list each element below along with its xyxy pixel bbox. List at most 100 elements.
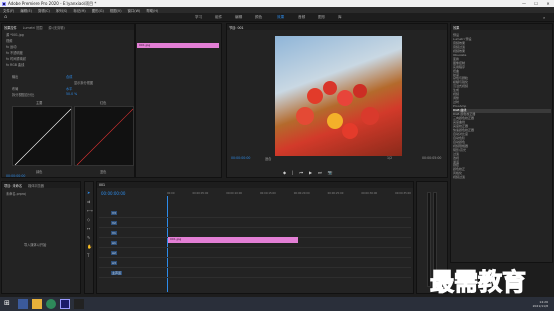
type-icon[interactable]: T xyxy=(87,253,89,258)
razor-icon[interactable]: ◇ xyxy=(87,217,90,222)
effect-controls-tabs: 效果控件 Lumetri 范围 源:(无剪辑) xyxy=(2,24,134,30)
row-output: 输出 xyxy=(12,75,19,79)
tab-project[interactable]: 项目: 未命名 xyxy=(4,183,22,188)
program-duration: 00:00:05:00 xyxy=(422,156,442,160)
track-area: V3 V2 V1 A1 A2 A3 主声道 xyxy=(99,208,411,278)
menu-window[interactable]: 窗口(W) xyxy=(128,8,141,13)
tab-media-browser[interactable]: 媒体浏览器 xyxy=(28,183,44,188)
play-icon[interactable]: ▶ xyxy=(309,170,312,175)
watermark: 最需教育 xyxy=(430,267,527,297)
workspace-libraries[interactable]: 库 xyxy=(338,15,342,20)
ruler-tick-label: 00:00:10:00 xyxy=(226,192,243,195)
label-blue: 蓝色 xyxy=(100,170,107,174)
taskview-icon[interactable] xyxy=(18,299,28,309)
effects-list: 预设 Lumetri 预设 音频效果 音频过渡 视频效果 Obsolete 变换 图像控制 实用… xyxy=(453,33,551,180)
track-row[interactable]: A2 xyxy=(99,248,411,258)
master-curve[interactable] xyxy=(12,106,72,166)
menu-help[interactable]: 帮助(H) xyxy=(146,8,158,13)
ruler-tick-label: 00:00:25:00 xyxy=(327,192,344,195)
label-master: 主要 xyxy=(36,101,43,105)
clock-date: 2021/11/8 xyxy=(532,304,548,308)
ruler-tick-label: 00:00:20:00 xyxy=(293,192,310,195)
row-layout: 布局 xyxy=(12,87,19,91)
ruler-tick-label: 00:00 xyxy=(167,192,175,195)
title-bar: Adobe Premiere Pro 2020 - E:\yanxiao\项目 … xyxy=(0,0,554,7)
workspace-effects[interactable]: 效果 xyxy=(277,15,284,20)
workspace-color[interactable]: 颜色 xyxy=(255,15,262,20)
red-curve[interactable] xyxy=(74,106,134,166)
row-video: 视频 xyxy=(6,39,13,43)
quality-ratio[interactable]: 1/2 xyxy=(387,156,392,160)
layout-value[interactable]: 水平 xyxy=(66,86,72,91)
ruler-tick-label: 00:00:30:00 xyxy=(361,192,378,195)
menu-sequence[interactable]: 序列(S) xyxy=(56,8,68,13)
output-value[interactable]: 合成 xyxy=(66,74,72,79)
fit-dropdown[interactable]: 适合 xyxy=(265,156,271,161)
row-rgb-curves[interactable]: fx RGB 曲线 xyxy=(6,62,24,67)
minimize-button[interactable]: — xyxy=(518,1,530,6)
label-red: 红色 xyxy=(100,101,107,105)
export-frame-icon[interactable]: 📷 xyxy=(328,170,333,175)
row-opacity[interactable]: fx 不透明度 xyxy=(6,50,23,55)
explorer-icon[interactable] xyxy=(32,299,42,309)
workspace-learn[interactable]: 学习 xyxy=(195,15,202,20)
track-row[interactable]: 主声道 xyxy=(99,268,411,278)
mark-out-icon[interactable]: | xyxy=(292,170,293,175)
timeline-ruler: 00:00 00:00:05:00 00:00:10:00 00:00:15:00 00… xyxy=(167,192,411,200)
effects-list-item[interactable]: 视频过渡 xyxy=(453,175,551,180)
workspace-audio[interactable]: 音频 xyxy=(298,15,305,20)
effect-controls-panel: 效果控件 Lumetri 范围 源:(无剪辑) 源 *001.jpg 视频 fx… xyxy=(1,23,135,178)
tab-source[interactable]: 源:(无剪辑) xyxy=(48,25,64,30)
track-row[interactable]: A3 xyxy=(99,258,411,268)
effect-clip-bar[interactable]: 001.jpg xyxy=(137,43,219,48)
row-time-remap[interactable]: fx 时间重映射 xyxy=(6,56,26,61)
row-motion[interactable]: fx 运动 xyxy=(6,44,16,49)
split-pct-value[interactable]: 50.0 % xyxy=(66,92,77,96)
hand-icon[interactable]: ✋ xyxy=(87,244,92,249)
effect-clip-area: 001.jpg xyxy=(135,23,222,178)
browser-icon[interactable] xyxy=(46,299,56,309)
selection-tool-icon[interactable]: ➤ xyxy=(87,190,90,195)
home-icon[interactable]: ⌂ xyxy=(4,14,7,20)
track-select-icon[interactable]: ⇉ xyxy=(87,199,90,204)
track-row[interactable]: V2 xyxy=(99,218,411,228)
step-back-icon[interactable]: ⏮ xyxy=(299,170,303,175)
workspace-bar: ⌂ 学习 组件 编辑 颜色 效果 音频 图形 库 ⌕ xyxy=(0,13,554,22)
window-title: Adobe Premiere Pro 2020 - E:\yanxiao\项目 … xyxy=(8,0,97,6)
app-icon xyxy=(2,1,6,6)
timeline-clip[interactable]: 001.jpg xyxy=(168,237,298,243)
close-button[interactable]: ✕ xyxy=(542,1,554,6)
menu-edit[interactable]: 编辑(E) xyxy=(20,8,32,13)
timeline-panel: 001 00:00:00:00 00:00 00:00:05:00 00:00:10… xyxy=(96,181,414,294)
windows-start-icon[interactable]: ⊞ xyxy=(4,299,14,309)
playback-controls: ◆ | ⏮ ▶ ⏭ 📷 xyxy=(283,170,333,175)
step-forward-icon[interactable]: ⏭ xyxy=(318,170,322,175)
workspace-assembly[interactable]: 组件 xyxy=(215,15,222,20)
tools-panel: ➤ ⇉ ⟷ ◇ ↔ ✎ ✋ T xyxy=(84,181,94,294)
menu-graphics[interactable]: 图形(G) xyxy=(92,8,104,13)
pen-icon[interactable]: ✎ xyxy=(87,235,90,240)
track-label: V2 xyxy=(111,220,117,225)
menu-marker[interactable]: 标记(M) xyxy=(73,8,85,13)
tab-effect-controls[interactable]: 效果控件 xyxy=(4,25,17,30)
mark-in-icon[interactable]: ◆ xyxy=(283,170,286,175)
track-row[interactable]: V3 xyxy=(99,208,411,218)
program-monitor: 节目: 001 00:00:00:00 适合 1/2 00:00:05:00 ◆… xyxy=(226,23,448,178)
slip-icon[interactable]: ↔ xyxy=(87,226,90,231)
menu-clip[interactable]: 剪辑(C) xyxy=(38,8,50,13)
maximize-button[interactable]: ☐ xyxy=(530,1,542,6)
track-label: 主声道 xyxy=(111,270,123,275)
search-icon[interactable]: ⌕ xyxy=(543,15,545,20)
workspace-graphics[interactable]: 图形 xyxy=(318,15,325,20)
menu-view[interactable]: 视图(V) xyxy=(110,8,122,13)
app-icon[interactable] xyxy=(74,299,84,309)
ripple-edit-icon[interactable]: ⟷ xyxy=(87,208,93,213)
premiere-icon[interactable] xyxy=(60,299,70,309)
tab-lumetri-scopes[interactable]: Lumetri 范围 xyxy=(23,25,43,30)
row-split-view[interactable]: 显示拆分视图 xyxy=(74,80,93,85)
workspace-editing[interactable]: 编辑 xyxy=(235,15,242,20)
project-file: 未命名.prproj xyxy=(6,192,27,196)
taskbar: ⊞ 14:26 2021/11/8 xyxy=(0,297,554,311)
menu-file[interactable]: 文件(F) xyxy=(3,8,14,13)
clip-name: 源 *001.jpg xyxy=(6,33,24,37)
